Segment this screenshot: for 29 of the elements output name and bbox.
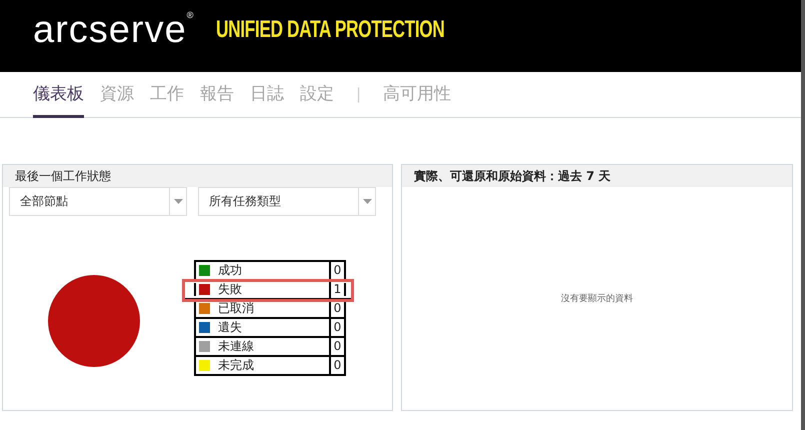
panel-title: 最後一個工作狀態: [3, 165, 392, 187]
product-name: UNIFIED DATA PROTECTION: [216, 16, 445, 44]
legend-label: 失敗: [218, 281, 243, 298]
legend-label: 未連線: [218, 338, 255, 355]
nav-tab[interactable]: 高可用性: [383, 72, 452, 118]
legend-count: 0: [329, 357, 344, 374]
nav-tab[interactable]: 設定: [300, 72, 334, 118]
nav-tab[interactable]: 工作: [150, 72, 184, 118]
legend-label: 成功: [218, 262, 243, 279]
nav-tab[interactable]: 資源: [100, 72, 134, 118]
legend-label: 已取消: [218, 300, 255, 317]
caret-icon: [362, 199, 372, 204]
brand-logo: arcserve$^{®}$: [33, 11, 194, 49]
legend-count: 0: [329, 300, 344, 317]
panel-title: 實際、可還原和原始資料：過去 7 天: [402, 165, 792, 187]
nav-tab[interactable]: 日誌: [250, 72, 284, 118]
legend-count: 0: [329, 319, 344, 336]
legend-count: 1: [329, 281, 344, 298]
node-dropdown[interactable]: 全部節點: [9, 187, 187, 216]
legend-count: 0: [329, 338, 344, 355]
empty-message: 沒有要顯示的資料: [561, 292, 633, 305]
legend-label: 遺失: [218, 319, 243, 336]
legend-count: 0: [329, 262, 344, 279]
legend-label: 未完成: [218, 357, 255, 374]
job-type-dropdown[interactable]: 所有任務類型: [198, 187, 376, 216]
nav-separator: |: [355, 84, 362, 104]
nav-tab[interactable]: 報告: [200, 72, 234, 118]
caret-icon: [174, 199, 182, 204]
nav-tab[interactable]: 儀表板: [33, 72, 84, 118]
